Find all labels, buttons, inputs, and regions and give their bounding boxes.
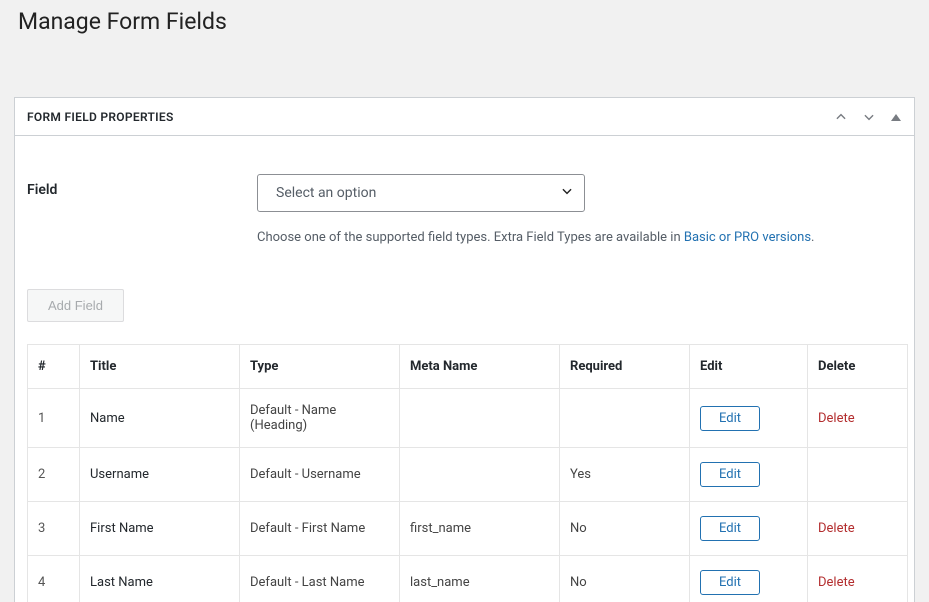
- page-title: Manage Form Fields: [0, 0, 929, 51]
- cell-number: 4: [28, 556, 80, 602]
- cell-number: 2: [28, 448, 80, 502]
- cell-delete: Delete: [808, 556, 908, 602]
- move-up-icon[interactable]: [834, 110, 848, 124]
- cell-number: 1: [28, 389, 80, 448]
- cell-edit: Edit: [690, 502, 808, 556]
- cell-type: Default - Username: [240, 448, 400, 502]
- edit-button[interactable]: Edit: [700, 406, 760, 431]
- help-text-suffix: .: [811, 230, 814, 245]
- versions-link[interactable]: Basic or PRO versions: [684, 230, 811, 245]
- table-row: 2UsernameDefault - Username Yes Edit: [28, 448, 908, 502]
- delete-link[interactable]: Delete: [818, 521, 855, 536]
- th-required: Required: [560, 345, 690, 389]
- panel-body: Field Select an option Choose one of the…: [15, 136, 914, 602]
- field-row: Field Select an option Choose one of the…: [27, 174, 902, 253]
- edit-button[interactable]: Edit: [700, 570, 760, 595]
- cell-type: Default - First Name: [240, 502, 400, 556]
- cell-title: Name: [80, 389, 240, 448]
- cell-title: First Name: [80, 502, 240, 556]
- cell-delete: Delete: [808, 502, 908, 556]
- cell-delete: [808, 448, 908, 502]
- cell-meta: [400, 389, 560, 448]
- edit-button[interactable]: Edit: [700, 462, 760, 487]
- cell-required: [560, 389, 690, 448]
- table-row: 4Last NameDefault - Last Namelast_nameNo…: [28, 556, 908, 602]
- th-type: Type: [240, 345, 400, 389]
- help-text-prefix: Choose one of the supported field types.…: [257, 230, 684, 245]
- edit-button[interactable]: Edit: [700, 516, 760, 541]
- select-placeholder: Select an option: [276, 185, 376, 201]
- fields-table: # Title Type Meta Name Required Edit Del…: [27, 344, 908, 602]
- field-label: Field: [27, 174, 257, 198]
- cell-meta: first_name: [400, 502, 560, 556]
- add-field-button[interactable]: Add Field: [27, 289, 124, 322]
- th-delete: Delete: [808, 345, 908, 389]
- cell-edit: Edit: [690, 389, 808, 448]
- cell-title: Username: [80, 448, 240, 502]
- cell-edit: Edit: [690, 448, 808, 502]
- table-row: 1NameDefault - Name (Heading) Edit Delete: [28, 389, 908, 448]
- field-type-select[interactable]: Select an option: [257, 174, 585, 212]
- cell-required: No: [560, 556, 690, 602]
- delete-link[interactable]: Delete: [818, 575, 855, 590]
- field-help-text: Choose one of the supported field types.…: [257, 230, 814, 245]
- cell-required: Yes: [560, 448, 690, 502]
- th-edit: Edit: [690, 345, 808, 389]
- panel-controls: [834, 110, 902, 124]
- th-number: #: [28, 345, 80, 389]
- field-control: Select an option Choose one of the suppo…: [257, 174, 814, 245]
- cell-meta: [400, 448, 560, 502]
- cell-title: Last Name: [80, 556, 240, 602]
- table-row: 3First NameDefault - First Namefirst_nam…: [28, 502, 908, 556]
- cell-number: 3: [28, 502, 80, 556]
- form-field-properties-panel: FORM FIELD PROPERTIES Field Select an op…: [14, 97, 915, 602]
- cell-delete: Delete: [808, 389, 908, 448]
- cell-type: Default - Name (Heading): [240, 389, 400, 448]
- cell-type: Default - Last Name: [240, 556, 400, 602]
- move-down-icon[interactable]: [862, 110, 876, 124]
- th-title: Title: [80, 345, 240, 389]
- cell-meta: last_name: [400, 556, 560, 602]
- th-meta: Meta Name: [400, 345, 560, 389]
- cell-required: No: [560, 502, 690, 556]
- cell-edit: Edit: [690, 556, 808, 602]
- panel-header: FORM FIELD PROPERTIES: [15, 98, 914, 136]
- delete-link[interactable]: Delete: [818, 411, 855, 426]
- panel-title: FORM FIELD PROPERTIES: [27, 110, 174, 124]
- chevron-down-icon: [560, 184, 574, 202]
- toggle-collapse-icon[interactable]: [890, 111, 902, 123]
